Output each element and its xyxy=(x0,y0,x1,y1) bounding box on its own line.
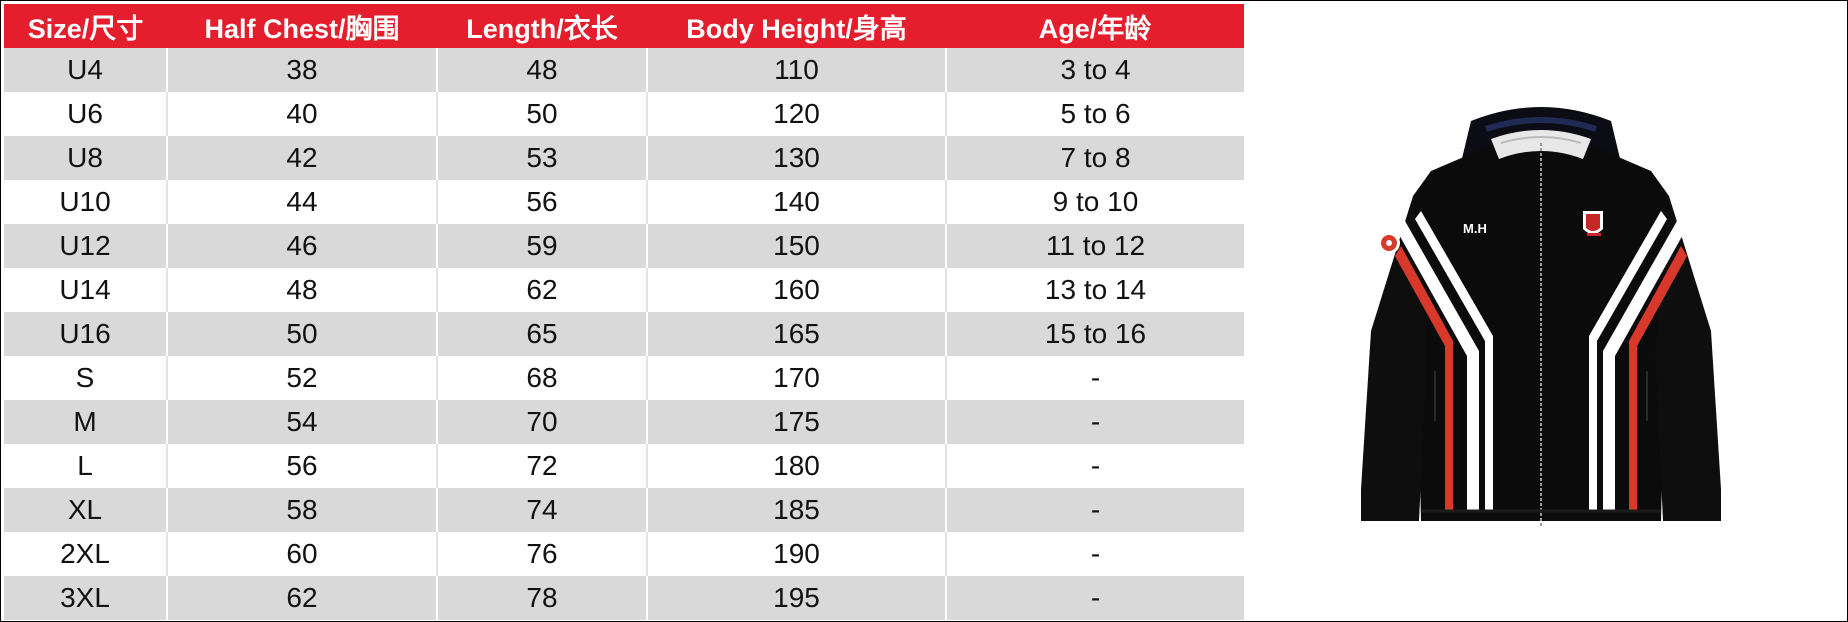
cell-length: 53 xyxy=(437,136,648,180)
cell-length: 65 xyxy=(437,312,648,356)
cell-size: U16 xyxy=(4,312,168,356)
cell-length: 78 xyxy=(437,576,648,620)
cell-body-height: 195 xyxy=(647,576,947,620)
cell-body-height: 130 xyxy=(647,136,947,180)
cell-size: U4 xyxy=(4,48,168,92)
cell-age: 7 to 8 xyxy=(946,136,1244,180)
table-row: U6 40 50 120 5 to 6 xyxy=(4,92,1244,136)
table-row: U10 44 56 140 9 to 10 xyxy=(4,180,1244,224)
cell-age: - xyxy=(946,532,1244,576)
cell-length: 48 xyxy=(437,48,648,92)
table-row: U12 46 59 150 11 to 12 xyxy=(4,224,1244,268)
cell-size: U14 xyxy=(4,268,168,312)
cell-body-height: 140 xyxy=(647,180,947,224)
cell-length: 68 xyxy=(437,356,648,400)
cell-half-chest: 38 xyxy=(167,48,438,92)
cell-size: U10 xyxy=(4,180,168,224)
table-row: U4 38 48 110 3 to 4 xyxy=(4,48,1244,92)
cell-size: L xyxy=(4,444,168,488)
cell-age: - xyxy=(946,488,1244,532)
cell-size: 2XL xyxy=(4,532,168,576)
cell-half-chest: 48 xyxy=(167,268,438,312)
cell-half-chest: 46 xyxy=(167,224,438,268)
table-row: XL 58 74 185- xyxy=(4,488,1244,532)
cell-half-chest: 40 xyxy=(167,92,438,136)
cell-length: 59 xyxy=(437,224,648,268)
cell-body-height: 185 xyxy=(647,488,947,532)
table-row: 2XL 60 76 190- xyxy=(4,532,1244,576)
cell-length: 72 xyxy=(437,444,648,488)
chest-initials: M.H xyxy=(1463,221,1487,236)
table-row: M 54 70 175- xyxy=(4,400,1244,444)
cell-half-chest: 58 xyxy=(167,488,438,532)
cell-body-height: 120 xyxy=(647,92,947,136)
cell-body-height: 170 xyxy=(647,356,947,400)
cell-body-height: 110 xyxy=(647,48,947,92)
cell-age: 5 to 6 xyxy=(946,92,1244,136)
cell-half-chest: 42 xyxy=(167,136,438,180)
cell-half-chest: 44 xyxy=(167,180,438,224)
header-row: Size/尺寸 Half Chest/胸围 Length/衣长 Body Hei… xyxy=(4,4,1244,48)
cell-length: 62 xyxy=(437,268,648,312)
table-row: U16 50 65 165 15 to 16 xyxy=(4,312,1244,356)
cell-half-chest: 50 xyxy=(167,312,438,356)
column-header-body-height: Body Height/身高 xyxy=(647,4,946,48)
cell-length: 70 xyxy=(437,400,648,444)
cell-size: XL xyxy=(4,488,168,532)
cell-body-height: 180 xyxy=(647,444,947,488)
cell-half-chest: 62 xyxy=(167,576,438,620)
cell-age: 11 to 12 xyxy=(946,224,1244,268)
cell-age: - xyxy=(946,444,1244,488)
cell-size: U8 xyxy=(4,136,168,180)
cell-length: 74 xyxy=(437,488,648,532)
size-chart-page: Size/尺寸 Half Chest/胸围 Length/衣长 Body Hei… xyxy=(0,0,1848,622)
cell-size: U12 xyxy=(4,224,168,268)
cell-size: M xyxy=(4,400,168,444)
cell-age: - xyxy=(946,576,1244,620)
size-chart-table: Size/尺寸 Half Chest/胸围 Length/衣长 Body Hei… xyxy=(4,4,1244,620)
cell-half-chest: 52 xyxy=(167,356,438,400)
cell-body-height: 175 xyxy=(647,400,947,444)
cell-size: 3XL xyxy=(4,576,168,620)
table-row: S 52 68 170- xyxy=(4,356,1244,400)
cell-age: 13 to 14 xyxy=(946,268,1244,312)
cell-length: 50 xyxy=(437,92,648,136)
table-row: L 56 72 180- xyxy=(4,444,1244,488)
cell-size: S xyxy=(4,356,168,400)
cell-half-chest: 56 xyxy=(167,444,438,488)
table-body: U4 38 48 110 3 to 4 U6 40 50 120 5 to 6 U8 42 53 130 7… xyxy=(4,48,1244,620)
cell-length: 76 xyxy=(437,532,648,576)
cell-length: 56 xyxy=(437,180,648,224)
cell-half-chest: 60 xyxy=(167,532,438,576)
table-row: U8 42 53 130 7 to 8 xyxy=(4,136,1244,180)
cell-body-height: 160 xyxy=(647,268,947,312)
column-header-length: Length/衣长 xyxy=(437,4,647,48)
cell-age: 9 to 10 xyxy=(946,180,1244,224)
column-header-half-chest: Half Chest/胸围 xyxy=(167,4,437,48)
cell-body-height: 165 xyxy=(647,312,947,356)
column-header-age: Age/年龄 xyxy=(946,4,1244,48)
cell-size: U6 xyxy=(4,92,168,136)
cell-half-chest: 54 xyxy=(167,400,438,444)
cell-age: 15 to 16 xyxy=(946,312,1244,356)
cell-age: - xyxy=(946,356,1244,400)
table-row: U14 48 62 160 13 to 14 xyxy=(4,268,1244,312)
sleeve-badge-icon xyxy=(1378,232,1400,254)
cell-body-height: 190 xyxy=(647,532,947,576)
cell-age: - xyxy=(946,400,1244,444)
cell-age: 3 to 4 xyxy=(946,48,1244,92)
cell-body-height: 150 xyxy=(647,224,947,268)
table-row: 3XL 62 78 195- xyxy=(4,576,1244,620)
jacket-image: M.H xyxy=(1361,107,1721,526)
column-header-size: Size/尺寸 xyxy=(4,4,167,48)
